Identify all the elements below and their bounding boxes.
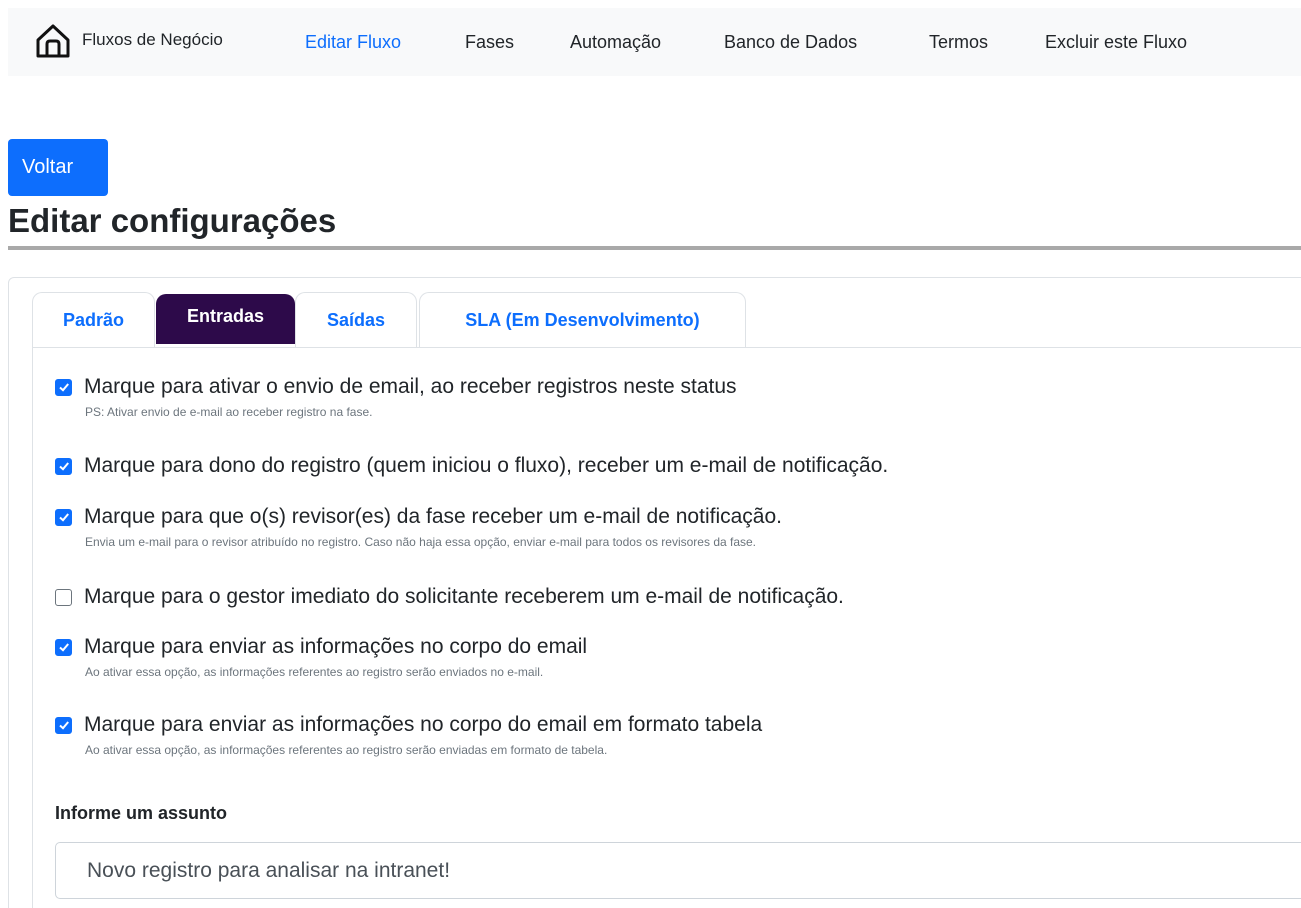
home-icon[interactable] bbox=[34, 22, 72, 60]
option-hint: Ao ativar essa opção, as informações ref… bbox=[85, 665, 544, 679]
checkbox-email-on-receive[interactable] bbox=[55, 378, 72, 396]
check-icon bbox=[58, 721, 69, 730]
option-email-on-receive: Marque para ativar o envio de email, ao … bbox=[55, 375, 737, 419]
checkbox-manager-notify[interactable] bbox=[55, 588, 72, 606]
checkbox-owner-notify[interactable] bbox=[55, 457, 72, 475]
nav-item-fluxos-de-negocio[interactable]: Fluxos de Negócio bbox=[82, 30, 223, 50]
nav-item-termos[interactable]: Termos bbox=[929, 32, 988, 53]
option-manager-notify: Marque para o gestor imediato do solicit… bbox=[55, 585, 844, 609]
check-icon bbox=[58, 643, 69, 652]
nav-item-fases[interactable]: Fases bbox=[465, 32, 514, 53]
option-hint: Envia um e-mail para o revisor atribuído… bbox=[85, 535, 757, 549]
subject-input[interactable] bbox=[55, 842, 1301, 899]
nav-item-automacao[interactable]: Automação bbox=[570, 32, 661, 53]
option-hint: PS: Ativar envio de e-mail ao receber re… bbox=[85, 405, 373, 419]
nav-item-excluir-fluxo[interactable]: Excluir este Fluxo bbox=[1045, 32, 1187, 53]
option-label: Marque para enviar as informações no cor… bbox=[84, 635, 588, 658]
tab-saidas[interactable]: Saídas bbox=[295, 292, 417, 348]
option-label: Marque para que o(s) revisor(es) da fase… bbox=[84, 505, 782, 528]
option-owner-notify: Marque para dono do registro (quem inici… bbox=[55, 454, 888, 478]
check-icon bbox=[58, 462, 69, 471]
back-button[interactable]: Voltar bbox=[8, 139, 108, 196]
option-email-table: Marque para enviar as informações no cor… bbox=[55, 713, 762, 757]
option-label: Marque para ativar o envio de email, ao … bbox=[84, 375, 737, 398]
check-icon bbox=[58, 383, 69, 392]
subject-label: Informe um assunto bbox=[55, 803, 228, 823]
tab-sla[interactable]: SLA (Em Desenvolvimento) bbox=[419, 292, 746, 348]
title-divider bbox=[8, 246, 1301, 250]
option-hint: Ao ativar essa opção, as informações ref… bbox=[85, 743, 608, 757]
nav-item-editar-fluxo[interactable]: Editar Fluxo bbox=[305, 32, 401, 53]
option-email-body: Marque para enviar as informações no cor… bbox=[55, 635, 587, 679]
page-title: Editar configurações bbox=[8, 202, 337, 239]
option-label: Marque para dono do registro (quem inici… bbox=[84, 454, 889, 477]
top-navbar: Fluxos de Negócio Editar Fluxo Fases Aut… bbox=[8, 8, 1301, 76]
tab-entradas[interactable]: Entradas bbox=[156, 294, 295, 344]
nav-item-banco-de-dados[interactable]: Banco de Dados bbox=[724, 32, 857, 53]
tab-pane-left-border bbox=[32, 347, 33, 908]
checkbox-email-table[interactable] bbox=[55, 716, 72, 734]
option-label: Marque para enviar as informações no cor… bbox=[84, 713, 763, 736]
checkbox-reviewer-notify[interactable] bbox=[55, 508, 72, 526]
checkbox-email-body[interactable] bbox=[55, 638, 72, 656]
option-label: Marque para o gestor imediato do solicit… bbox=[84, 585, 844, 608]
option-reviewer-notify: Marque para que o(s) revisor(es) da fase… bbox=[55, 505, 782, 549]
check-icon bbox=[58, 513, 69, 522]
tab-padrao[interactable]: Padrão bbox=[32, 292, 155, 348]
tab-pane-border bbox=[32, 347, 1301, 348]
